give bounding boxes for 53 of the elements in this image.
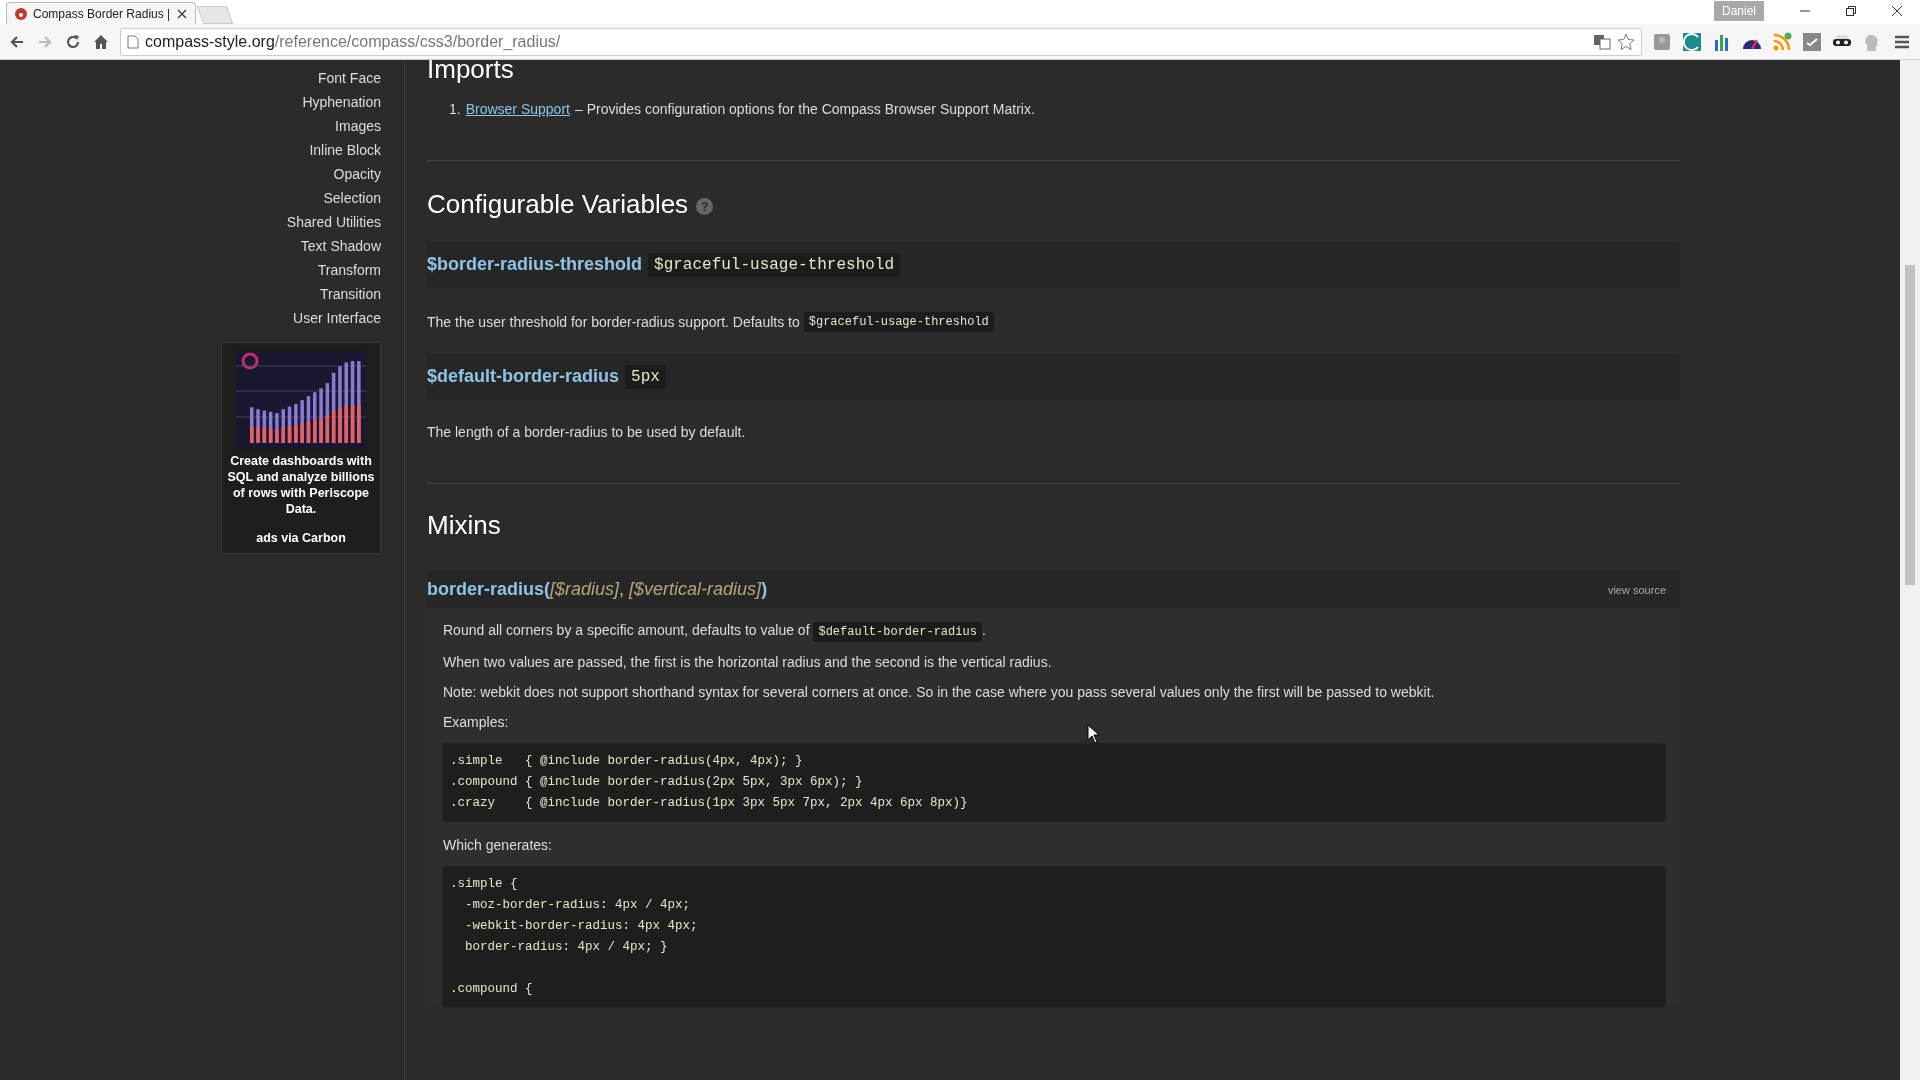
close-icon[interactable] bbox=[177, 8, 187, 19]
mouse-cursor-icon bbox=[1087, 724, 1099, 744]
extension-icon[interactable] bbox=[1682, 31, 1702, 52]
variable-name: $default-border-radius bbox=[427, 366, 620, 387]
section-heading: Imports bbox=[427, 54, 515, 84]
ad-credit[interactable]: ads via Carbon bbox=[256, 531, 346, 545]
rss-icon[interactable] bbox=[1772, 31, 1792, 52]
sidebar-link[interactable]: Opacity bbox=[333, 162, 381, 186]
page-icon bbox=[127, 34, 139, 49]
sidebar-link[interactable]: Inline Block bbox=[309, 138, 381, 162]
paragraph: Which generates: bbox=[443, 836, 553, 855]
tab-favicon-icon bbox=[15, 7, 27, 20]
variable-value: 5px bbox=[625, 364, 666, 389]
section-heading: Configurable Variables bbox=[427, 189, 689, 220]
sidebar-link[interactable]: Text Shadow bbox=[300, 234, 381, 258]
sidebar-link[interactable]: User Interface bbox=[293, 306, 381, 330]
check-icon[interactable] bbox=[1802, 31, 1822, 52]
restore-icon[interactable] bbox=[1846, 6, 1856, 16]
sidebar-link[interactable]: Transition bbox=[320, 282, 381, 306]
paragraph: Note: webkit does not support shorthand syntax for several corners at once. So in the case where you pass several values only the first will be passed to webkit. bbox=[443, 683, 1436, 702]
paragraph: Examples: bbox=[443, 713, 510, 732]
variable-value: $graceful-usage-threshold bbox=[648, 252, 901, 277]
sidebar-link[interactable]: Transform bbox=[317, 258, 381, 282]
scrollbar[interactable] bbox=[1900, 60, 1920, 1080]
list-number: 1. bbox=[449, 101, 461, 117]
paragraph: Round all corners by a specific amount, defaults to value of $default-border-radius . bbox=[443, 620, 1665, 642]
section-heading: Mixins bbox=[427, 510, 502, 541]
home-icon[interactable] bbox=[92, 32, 110, 51]
sidebar-link[interactable]: Hyphenation bbox=[302, 90, 381, 114]
star-icon[interactable] bbox=[1617, 32, 1635, 51]
sidebar-link[interactable]: Font Face bbox=[317, 66, 381, 90]
variable-description: The the user threshold for border-radius support. Defaults to bbox=[427, 314, 800, 330]
code-block: .simple { @include border-radius(4px, 4px); } .compound { @include border-radius(2px 5px, 3px 6px); } .crazy { @include border-radius(1px 3px 5px 7px, 2px 4px 6px 8px)} bbox=[443, 744, 1665, 821]
translate-icon[interactable] bbox=[1593, 33, 1611, 50]
import-link[interactable]: Browser Support bbox=[465, 101, 570, 117]
sidebar-link[interactable]: Shared Utilities bbox=[286, 210, 381, 234]
ad-text[interactable]: Create dashboards with SQL and analyze billions of rows with Periscope Data. bbox=[222, 453, 380, 517]
view-source-link[interactable]: view source bbox=[1607, 583, 1666, 596]
variable-description: The length of a border-radius to be used by default. bbox=[427, 424, 746, 440]
reload-icon[interactable] bbox=[64, 32, 82, 51]
address-bar[interactable]: compass-style.org/reference/compass/css3/border_radius/ bbox=[120, 27, 1642, 56]
code-block: .simple { -moz-border-radius: 4px / 4px; -webkit-border-radius: 4px 4px; border-radius: 4px / 4px; } .compound { bbox=[443, 867, 1665, 1007]
browser-tab[interactable]: Compass Border Radius | bbox=[6, 2, 196, 24]
inline-code: $graceful-usage-threshold bbox=[803, 312, 994, 332]
mixin-signature: border-radius([$radius], [$vertical-radius]) bbox=[427, 579, 768, 600]
extension-icon[interactable] bbox=[1652, 31, 1672, 52]
import-description: – Provides configuration options for the Compass Browser Support Matrix. bbox=[574, 101, 1035, 117]
paragraph: When two values are passed, the first is the horizontal radius and the second is the vertical radius. bbox=[443, 653, 1053, 672]
close-icon[interactable] bbox=[1892, 6, 1902, 16]
variable-name: $border-radius-threshold bbox=[427, 254, 643, 275]
sidebar-link[interactable]: Selection bbox=[323, 186, 381, 210]
ad-card[interactable]: Create dashboards with SQL and analyze billions of rows with Periscope Data. ads via Carbon bbox=[221, 342, 381, 554]
sidebar-link[interactable]: Images bbox=[335, 114, 381, 138]
